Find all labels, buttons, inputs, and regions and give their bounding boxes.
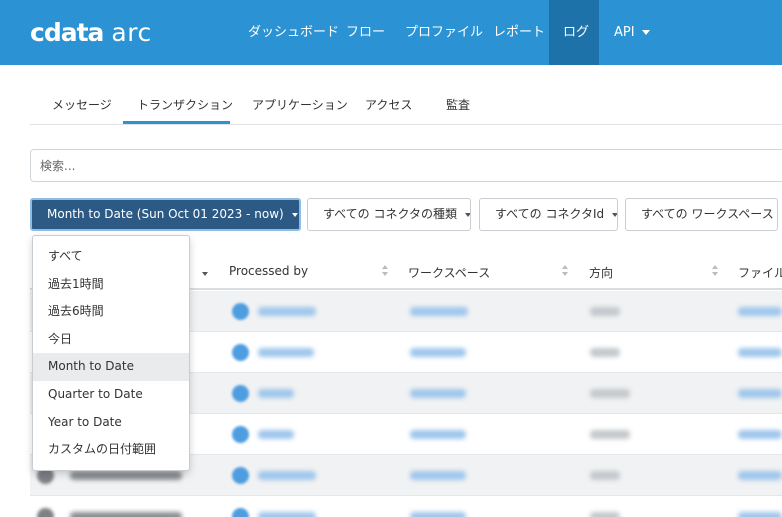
column-header-direction[interactable]: 方向	[589, 264, 613, 281]
menu-item-all[interactable]: すべて	[33, 243, 189, 271]
tab-transactions[interactable]: トランザクション	[137, 96, 233, 113]
table-row[interactable]	[30, 496, 782, 517]
tab-access[interactable]: アクセス	[365, 96, 412, 113]
redacted-text	[258, 430, 294, 439]
column-header-workspace[interactable]: ワークスペース	[408, 264, 490, 281]
connector-icon	[232, 426, 249, 443]
date-range-dropdown-menu: すべて 過去1時間 過去6時間 今日 Month to Date Quarter…	[32, 235, 190, 471]
connector-id-filter-button[interactable]: すべての コネクタId	[479, 198, 618, 231]
redacted-text	[410, 512, 466, 517]
redacted-text	[590, 389, 630, 398]
redacted-text	[738, 430, 782, 439]
redacted-text	[258, 512, 316, 517]
redacted-text	[70, 512, 182, 517]
tab-applications[interactable]: アプリケーション	[252, 96, 348, 113]
tab-audit[interactable]: 監査	[446, 96, 470, 113]
redacted-text	[70, 471, 182, 480]
chevron-down-icon	[291, 212, 298, 217]
redacted-text	[590, 348, 620, 357]
workspace-filter-button[interactable]: すべての ワークスペース	[625, 198, 778, 231]
connector-icon	[232, 467, 249, 484]
column-header-filename[interactable]: ファイル名	[738, 264, 782, 281]
nav-profile[interactable]: プロファイル	[396, 0, 483, 65]
redacted-text	[258, 471, 316, 480]
redacted-text	[590, 430, 630, 439]
connector-icon	[232, 344, 249, 361]
status-icon	[37, 508, 54, 517]
redacted-text	[410, 307, 468, 316]
redacted-text	[738, 307, 782, 316]
tab-messages[interactable]: メッセージ	[52, 96, 112, 113]
redacted-text	[410, 348, 466, 357]
redacted-text	[258, 348, 314, 357]
redacted-text	[590, 307, 620, 316]
connector-type-filter-label: すべての コネクタの種類	[323, 207, 458, 221]
tabs-divider	[30, 124, 782, 125]
sort-icon[interactable]	[382, 265, 389, 277]
connector-type-filter-button[interactable]: すべての コネクタの種類	[307, 198, 471, 231]
search-input[interactable]	[30, 149, 782, 182]
connector-icon	[232, 303, 249, 320]
connector-icon	[232, 508, 249, 517]
column-header-processed-by[interactable]: Processed by	[229, 264, 308, 278]
logo-product: arc	[111, 18, 152, 47]
nav-reports[interactable]: レポート	[484, 0, 546, 65]
menu-item-today[interactable]: 今日	[33, 326, 189, 354]
redacted-text	[410, 471, 466, 480]
connector-id-filter-label: すべての コネクタId	[495, 207, 605, 221]
menu-item-quarter-to-date[interactable]: Quarter to Date	[33, 381, 189, 409]
date-range-filter-label: Month to Date (Sun Oct 01 2023 - now)	[47, 207, 284, 221]
redacted-text	[738, 389, 782, 398]
chevron-down-icon	[641, 30, 650, 35]
menu-item-custom-range[interactable]: カスタムの日付範囲	[33, 436, 189, 464]
redacted-text	[738, 471, 782, 480]
date-range-filter-button[interactable]: Month to Date (Sun Oct 01 2023 - now)	[30, 198, 301, 231]
redacted-text	[410, 430, 466, 439]
app-logo[interactable]: cdata arc	[30, 18, 152, 47]
sort-desc-icon[interactable]	[202, 265, 209, 277]
redacted-text	[590, 512, 620, 517]
workspace-filter-label: すべての ワークスペース	[641, 207, 774, 221]
chevron-down-icon	[612, 212, 617, 217]
menu-item-past-6-hours[interactable]: 過去6時間	[33, 298, 189, 326]
nav-dashboard[interactable]: ダッシュボード	[236, 0, 339, 65]
redacted-text	[738, 512, 782, 517]
sort-icon[interactable]	[712, 265, 719, 277]
redacted-text	[258, 389, 294, 398]
top-navigation-bar: cdata arc ダッシュボード フロー プロファイル レポート ログ API	[0, 0, 782, 65]
redacted-text	[410, 389, 466, 398]
connector-icon	[232, 385, 249, 402]
menu-item-year-to-date[interactable]: Year to Date	[33, 409, 189, 437]
active-tab-indicator	[123, 121, 230, 124]
chevron-down-icon	[465, 212, 470, 217]
redacted-text	[590, 471, 620, 480]
nav-api[interactable]: API	[603, 0, 663, 65]
redacted-text	[738, 348, 782, 357]
nav-flows[interactable]: フロー	[336, 0, 386, 65]
sort-icon[interactable]	[562, 265, 569, 277]
nav-api-label: API	[614, 25, 635, 40]
logo-brand: cdata	[30, 18, 104, 47]
redacted-text	[258, 307, 316, 316]
menu-item-month-to-date[interactable]: Month to Date	[33, 353, 189, 381]
nav-logs[interactable]: ログ	[549, 0, 599, 65]
menu-item-past-1-hour[interactable]: 過去1時間	[33, 271, 189, 299]
